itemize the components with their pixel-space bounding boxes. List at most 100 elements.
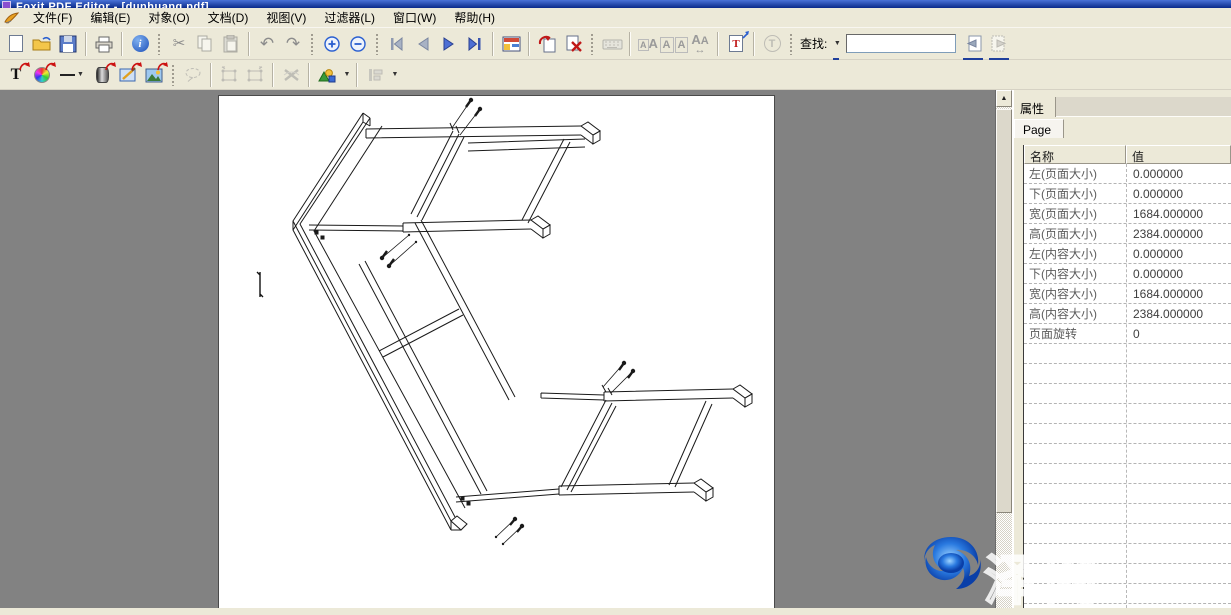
new-button[interactable] (3, 31, 29, 57)
shapes-tool-button[interactable] (314, 62, 340, 88)
open-button[interactable] (29, 31, 55, 57)
cut-button[interactable]: ✂ (166, 31, 192, 57)
find-label: 查找: (800, 35, 827, 52)
table-row[interactable]: 高(页面大小)2384.000000 (1024, 224, 1231, 244)
toolbar-grip (157, 33, 162, 55)
tab-properties[interactable]: 属性 (1014, 97, 1056, 117)
table-row[interactable]: 高(内容大小)2384.000000 (1024, 304, 1231, 324)
gradient-tool-button[interactable] (89, 62, 115, 88)
delete-page-icon (564, 34, 583, 53)
fit-text-icon: AA↔ (691, 32, 708, 56)
empty-row (1024, 424, 1231, 444)
table-row[interactable]: 页面旋转0 (1024, 324, 1231, 344)
menu-window[interactable]: 窗口(W) (384, 7, 445, 29)
menu-object[interactable]: 对象(O) (139, 7, 198, 29)
table-row[interactable]: 左(页面大小)0.000000 (1024, 164, 1231, 184)
separator (272, 63, 274, 87)
info-button[interactable]: i (127, 31, 153, 57)
toolbar-grip (590, 33, 595, 55)
print-button[interactable] (91, 31, 117, 57)
text-circle-button[interactable]: T (759, 31, 785, 57)
separator (85, 32, 87, 56)
align-tool-button[interactable] (362, 62, 388, 88)
menu-document[interactable]: 文档(D) (199, 7, 258, 29)
find-input[interactable] (846, 34, 956, 53)
menu-edit[interactable]: 编辑(E) (81, 7, 139, 29)
menu-help[interactable]: 帮助(H) (445, 7, 504, 29)
align-dropdown[interactable]: ▼ (388, 62, 400, 88)
table-row[interactable]: 左(内容大小)0.000000 (1024, 244, 1231, 264)
find-dropdown[interactable]: ▼ (830, 31, 842, 57)
find-prev-button[interactable] (960, 31, 986, 57)
replace-font-button[interactable]: AA (635, 31, 661, 57)
transform-next-icon (245, 66, 265, 83)
table-row[interactable]: 下(内容大小)0.000000 (1024, 264, 1231, 284)
toolbar-grip (789, 33, 794, 55)
paste-clipboard-icon (223, 35, 239, 53)
find-next-button[interactable] (986, 31, 1012, 57)
transform-prev-button[interactable] (216, 62, 242, 88)
page-layout-button[interactable] (498, 31, 524, 57)
separator (356, 63, 358, 87)
document-canvas[interactable] (0, 90, 995, 608)
chevron-down-icon: ▼ (77, 71, 84, 78)
fit-text-button[interactable]: AA↔ (687, 31, 713, 57)
column-divider (1126, 164, 1127, 608)
toolbar-grip (375, 33, 380, 55)
menu-filter[interactable]: 过滤器(L) (315, 7, 384, 29)
zoom-out-button[interactable] (345, 31, 371, 57)
empty-row (1024, 404, 1231, 424)
transform-next-button[interactable] (242, 62, 268, 88)
menu-file[interactable]: 文件(F) (24, 7, 81, 29)
redo-button[interactable]: ↷ (280, 31, 306, 57)
scroll-up-button[interactable]: ▲ (996, 90, 1012, 107)
lasso-tool-button[interactable] (180, 62, 206, 88)
paste-button[interactable] (218, 31, 244, 57)
save-button[interactable] (55, 31, 81, 57)
match-font-button[interactable]: AA (661, 31, 687, 57)
toolbar-edit: T ▼ ▼ ▼ (0, 60, 1231, 90)
add-text-object-button[interactable]: T (723, 31, 749, 57)
last-page-button[interactable] (462, 31, 488, 57)
keyboard-button[interactable] (599, 31, 625, 57)
insert-page-button[interactable] (534, 31, 560, 57)
cut-scissors-icon: ✂ (173, 36, 186, 51)
undo-button[interactable]: ↶ (254, 31, 280, 57)
replace-font-icon: AA (638, 36, 658, 51)
pdf-page[interactable] (218, 95, 775, 608)
separator (210, 63, 212, 87)
copy-icon (196, 35, 214, 52)
page-tab-strip: Page (1014, 117, 1231, 138)
line-tool-button[interactable]: ▼ (55, 62, 89, 88)
separator (308, 63, 310, 87)
copy-button[interactable] (192, 31, 218, 57)
delete-object-button[interactable] (278, 62, 304, 88)
vertical-scrollbar[interactable]: ▲ (995, 90, 1012, 608)
header-value[interactable]: 值 (1126, 145, 1231, 164)
chevron-down-icon: ▼ (392, 71, 399, 78)
table-row[interactable]: 宽(内容大小)1684.000000 (1024, 284, 1231, 304)
window-title: Foxit PDF Editor - [dunhuang.pdf] (16, 1, 209, 8)
header-name[interactable]: 名称 (1024, 145, 1126, 164)
scrollbar-thumb[interactable] (996, 109, 1012, 513)
first-page-button[interactable] (384, 31, 410, 57)
menu-view[interactable]: 视图(V) (257, 7, 315, 29)
add-color-tool-button[interactable] (29, 62, 55, 88)
zoom-in-button[interactable] (319, 31, 345, 57)
empty-row (1024, 464, 1231, 484)
keyboard-icon (602, 37, 623, 51)
table-row[interactable]: 下(页面大小)0.000000 (1024, 184, 1231, 204)
edit-image-tool-button[interactable] (115, 62, 141, 88)
shapes-dropdown[interactable]: ▼ (340, 62, 352, 88)
add-image-tool-button[interactable] (141, 62, 167, 88)
delete-page-button[interactable] (560, 31, 586, 57)
table-row[interactable]: 宽(页面大小)1684.000000 (1024, 204, 1231, 224)
prev-page-button[interactable] (410, 31, 436, 57)
document-menu-icon (4, 10, 20, 25)
next-page-button[interactable] (436, 31, 462, 57)
text-caret (256, 270, 264, 300)
next-page-icon (442, 37, 456, 51)
add-text-tool-button[interactable]: T (3, 62, 29, 88)
tab-page[interactable]: Page (1014, 119, 1064, 138)
print-icon (94, 35, 114, 53)
